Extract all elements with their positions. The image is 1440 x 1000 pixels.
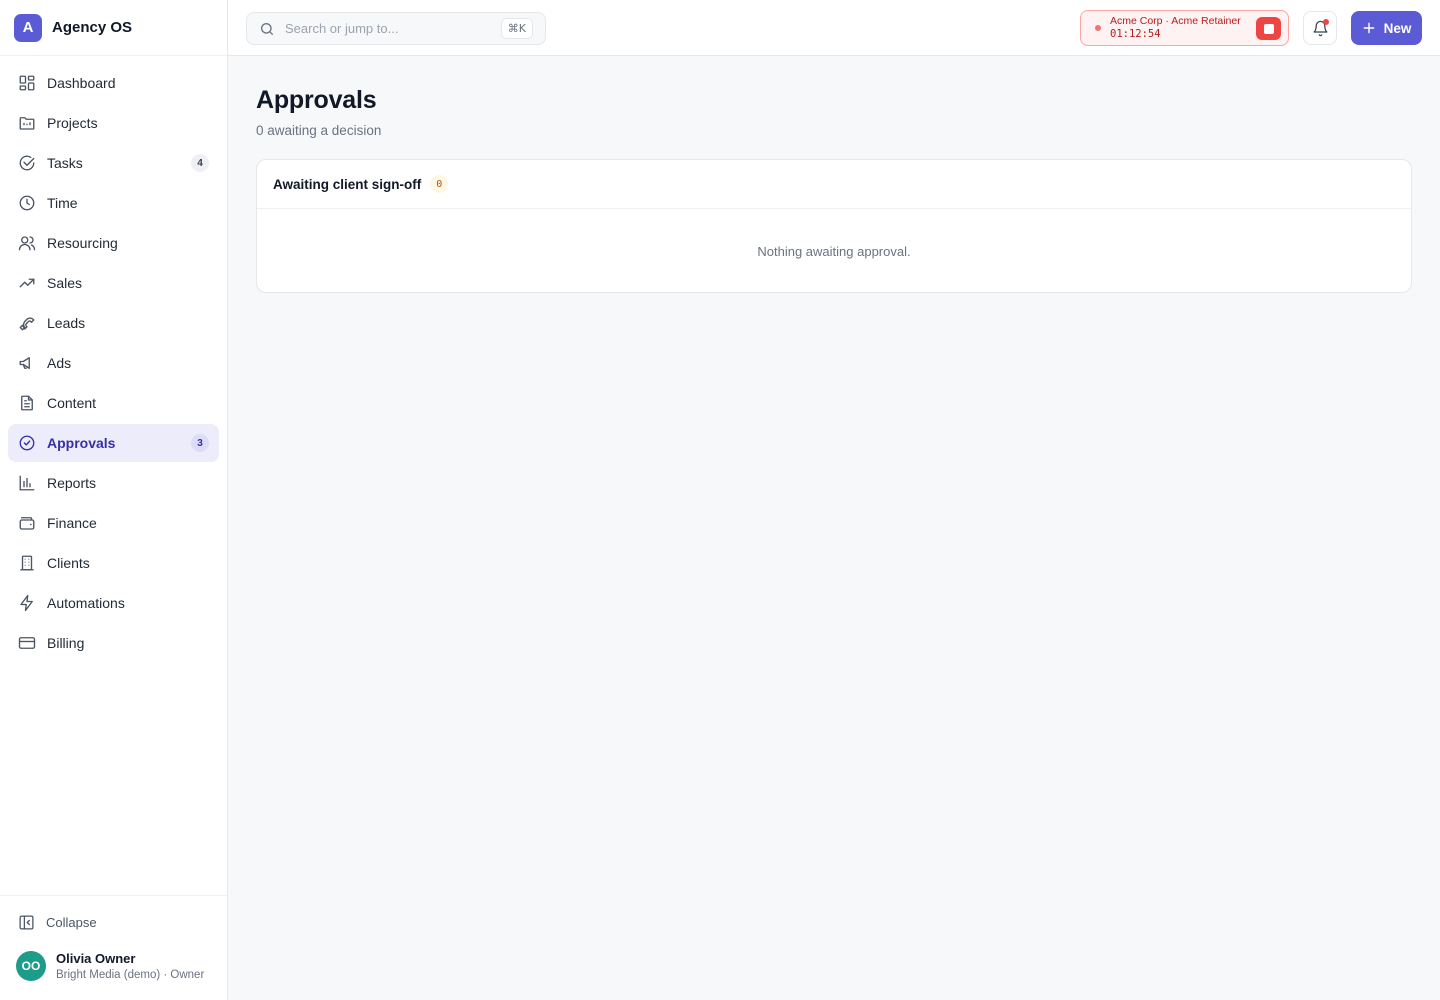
- sidebar-item-sales[interactable]: Sales: [8, 264, 219, 302]
- tasks-count-badge: 4: [191, 154, 209, 172]
- sidebar-collapse-icon: [18, 914, 35, 931]
- user-workspace: Bright Media (demo) · Owner: [56, 969, 205, 981]
- sidebar-item-dashboard[interactable]: Dashboard: [8, 64, 219, 102]
- sidebar-item-tasks[interactable]: Tasks 4: [8, 144, 219, 182]
- main-content: Approvals 0 awaiting a decision Awaiting…: [256, 56, 1412, 293]
- sidebar-item-projects[interactable]: Projects: [8, 104, 219, 142]
- user-name: Olivia Owner: [56, 951, 136, 966]
- search-icon: [259, 21, 275, 37]
- card-header: Awaiting client sign-off 0: [257, 160, 1411, 209]
- magnet-icon: [18, 314, 36, 332]
- sidebar-item-billing[interactable]: Billing: [8, 624, 219, 662]
- sidebar-item-label: Tasks: [47, 155, 83, 171]
- dashboard-icon: [18, 74, 36, 92]
- trending-up-icon: [18, 274, 36, 292]
- sidebar-item-label: Finance: [47, 515, 97, 531]
- search-input[interactable]: [285, 21, 485, 36]
- search-shortcut: ⌘K: [500, 18, 533, 39]
- avatar: OO: [16, 951, 46, 981]
- badge-check-icon: [18, 434, 36, 452]
- stop-icon: [1263, 23, 1274, 34]
- sidebar-item-leads[interactable]: Leads: [8, 304, 219, 342]
- approvals-count-badge: 3: [191, 434, 209, 452]
- collapse-label: Collapse: [46, 914, 97, 930]
- brand-name: Agency OS: [52, 19, 133, 36]
- sidebar-item-label: Time: [47, 195, 78, 211]
- notification-dot: [1323, 19, 1329, 25]
- sidebar-item-finance[interactable]: Finance: [8, 504, 219, 542]
- sidebar: A Agency OS Dashboard Projects Tasks 4 T…: [0, 0, 228, 1000]
- approvals-card: Awaiting client sign-off 0 Nothing await…: [256, 159, 1412, 293]
- megaphone-icon: [18, 354, 36, 372]
- zap-icon: [18, 594, 36, 612]
- sidebar-item-label: Dashboard: [47, 75, 116, 91]
- sidebar-item-label: Ads: [47, 355, 72, 371]
- running-timer[interactable]: Acme Corp · Acme Retainer 01:12:54: [1080, 10, 1289, 46]
- section-count-badge: 0: [430, 175, 449, 193]
- clock-icon: [18, 194, 36, 212]
- building-icon: [18, 554, 36, 572]
- sidebar-item-content[interactable]: Content: [8, 384, 219, 422]
- brand[interactable]: A Agency OS: [0, 0, 227, 56]
- sidebar-item-label: Billing: [47, 635, 85, 651]
- check-circle-icon: [18, 154, 36, 172]
- sidebar-footer: Collapse OO Olivia Owner Bright Media (d…: [0, 895, 227, 1000]
- sidebar-item-approvals[interactable]: Approvals 3: [8, 424, 219, 462]
- sidebar-item-clients[interactable]: Clients: [8, 544, 219, 582]
- sidebar-item-label: Reports: [47, 475, 97, 491]
- search-box[interactable]: ⌘K: [246, 12, 546, 45]
- brand-logo: A: [14, 13, 42, 42]
- recording-dot-icon: [1095, 25, 1101, 31]
- notifications-button[interactable]: [1303, 11, 1337, 45]
- wallet-icon: [18, 514, 36, 532]
- empty-state: Nothing awaiting approval.: [757, 244, 911, 259]
- timer-text: Acme Corp · Acme Retainer 01:12:54: [1110, 15, 1241, 41]
- sidebar-item-label: Leads: [47, 315, 86, 331]
- sidebar-nav: Dashboard Projects Tasks 4 Time Resourci…: [0, 56, 227, 662]
- sidebar-item-label: Content: [47, 395, 97, 411]
- new-button-label: New: [1383, 20, 1412, 36]
- plus-icon: [1362, 21, 1376, 35]
- sidebar-item-automations[interactable]: Automations: [8, 584, 219, 622]
- sidebar-item-label: Automations: [47, 595, 125, 611]
- section-title: Awaiting client sign-off: [273, 176, 422, 192]
- collapse-button[interactable]: Collapse: [0, 900, 227, 944]
- timer-elapsed: 01:12:54: [1110, 28, 1161, 40]
- sidebar-item-label: Approvals: [47, 435, 116, 451]
- bar-chart-icon: [18, 474, 36, 492]
- sidebar-item-label: Resourcing: [47, 235, 118, 251]
- user-menu[interactable]: OO Olivia Owner Bright Media (demo) · Ow…: [0, 944, 227, 988]
- sidebar-item-time[interactable]: Time: [8, 184, 219, 222]
- sidebar-item-label: Sales: [47, 275, 83, 291]
- document-icon: [18, 394, 36, 412]
- credit-card-icon: [18, 634, 36, 652]
- user-info: Olivia Owner Bright Media (demo) · Owner: [56, 951, 204, 981]
- topbar: ⌘K Acme Corp · Acme Retainer 01:12:54 Ne…: [228, 0, 1440, 56]
- sidebar-item-resourcing[interactable]: Resourcing: [8, 224, 219, 262]
- sidebar-item-reports[interactable]: Reports: [8, 464, 219, 502]
- users-icon: [18, 234, 36, 252]
- page-title: Approvals: [256, 86, 377, 114]
- sidebar-item-ads[interactable]: Ads: [8, 344, 219, 382]
- sidebar-item-label: Clients: [47, 555, 90, 571]
- new-button[interactable]: New: [1351, 11, 1422, 45]
- folder-icon: [18, 114, 36, 132]
- stop-timer-button[interactable]: [1256, 17, 1281, 40]
- timer-project-label: Acme Corp · Acme Retainer: [1110, 15, 1241, 27]
- sidebar-item-label: Projects: [47, 115, 98, 131]
- page-subtitle: 0 awaiting a decision: [256, 123, 382, 138]
